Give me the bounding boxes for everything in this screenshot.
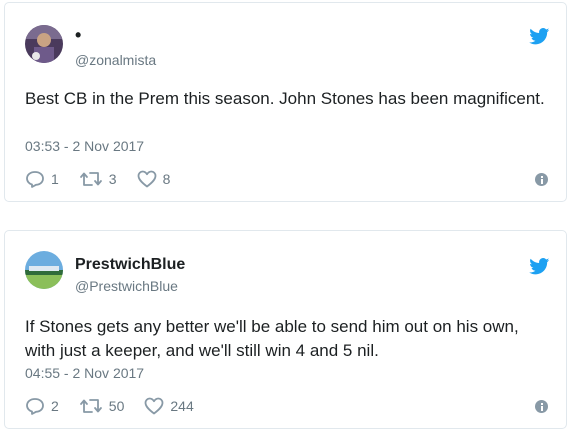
heart-icon bbox=[144, 397, 164, 415]
reply-count: 1 bbox=[51, 171, 59, 187]
tweet-timestamp[interactable]: 03:53 - 2 Nov 2017 bbox=[25, 138, 144, 154]
user-handle[interactable]: @PrestwichBlue bbox=[75, 278, 178, 294]
like-button[interactable]: 8 bbox=[137, 170, 171, 188]
retweet-count: 50 bbox=[108, 398, 125, 414]
user-handle[interactable]: @zonalmista bbox=[75, 52, 156, 68]
twitter-bird-icon[interactable] bbox=[529, 258, 550, 275]
like-count: 244 bbox=[170, 398, 194, 414]
retweet-icon bbox=[79, 172, 102, 186]
avatar[interactable] bbox=[25, 251, 63, 289]
tweet-text: Best CB in the Prem this season. John St… bbox=[25, 89, 545, 108]
tweet-actions: 2 50 244 bbox=[25, 396, 214, 416]
retweet-button[interactable]: 50 bbox=[79, 397, 125, 415]
tweet-card: • @zonalmista Best CB in the Prem this s… bbox=[4, 2, 567, 202]
tweet-card: PrestwichBlue @PrestwichBlue If Stones g… bbox=[4, 230, 567, 429]
retweet-count: 3 bbox=[108, 171, 117, 187]
info-icon[interactable] bbox=[535, 400, 548, 413]
tweet-timestamp[interactable]: 04:55 - 2 Nov 2017 bbox=[25, 365, 144, 381]
tweet-actions: 1 3 8 bbox=[25, 169, 190, 189]
info-icon[interactable] bbox=[535, 173, 548, 186]
reply-count: 2 bbox=[51, 398, 59, 414]
reply-icon bbox=[26, 171, 44, 188]
tweet-text: If Stones gets any better we'll be able … bbox=[25, 317, 519, 360]
twitter-bird-icon[interactable] bbox=[529, 28, 550, 45]
display-name[interactable]: PrestwichBlue bbox=[75, 256, 185, 274]
display-name[interactable]: • bbox=[75, 26, 81, 44]
like-button[interactable]: 244 bbox=[144, 397, 194, 415]
avatar[interactable] bbox=[25, 25, 63, 63]
heart-icon bbox=[137, 170, 156, 188]
retweet-button[interactable]: 3 bbox=[79, 170, 117, 188]
retweet-icon bbox=[79, 399, 102, 413]
like-count: 8 bbox=[162, 171, 171, 187]
reply-icon bbox=[26, 398, 44, 415]
reply-button[interactable]: 2 bbox=[25, 397, 59, 415]
reply-button[interactable]: 1 bbox=[25, 170, 59, 188]
